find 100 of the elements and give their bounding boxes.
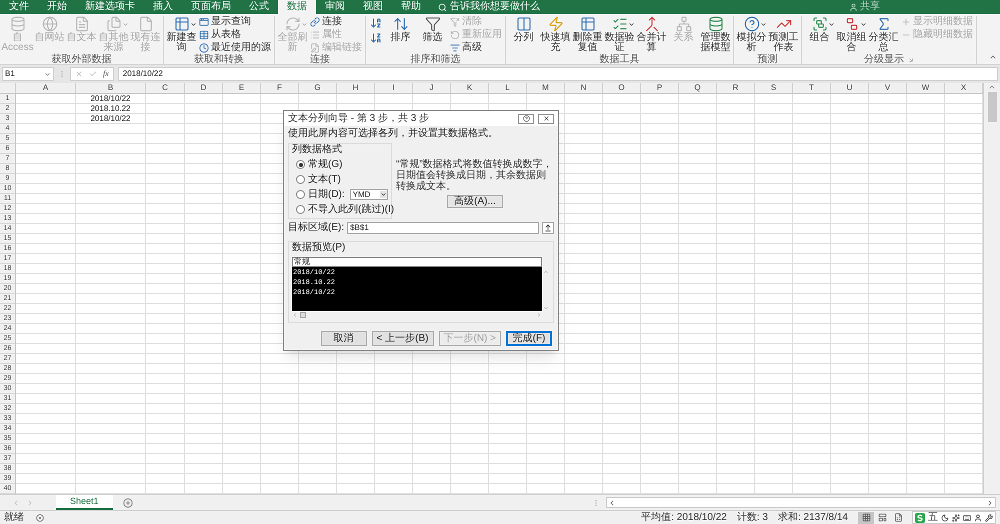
ribbon-button[interactable]: 预测工作表 [768, 16, 799, 54]
menu-tab[interactable]: 帮助 [392, 0, 430, 14]
document-icon [138, 16, 154, 32]
radio-button[interactable] [296, 190, 305, 199]
tell-me-field[interactable]: 告诉我你想要做什么 [438, 0, 540, 14]
collapse-ribbon-icon[interactable] [989, 53, 997, 61]
view-button[interactable] [858, 512, 874, 524]
menu-tab[interactable]: 公式 [240, 0, 278, 14]
formula-field[interactable]: 2018/10/22 [118, 67, 998, 81]
ribbon-button[interactable]: 高级 [450, 42, 502, 54]
ribbon-button[interactable]: 合并计算 [636, 16, 667, 54]
help-button[interactable] [518, 114, 534, 124]
ribbon-button[interactable]: 管理数据模型 [700, 16, 731, 54]
ribbon-button[interactable]: 取消组合 [836, 16, 867, 54]
ribbon-button[interactable]: 显示查询 [199, 16, 271, 28]
ribbon-button[interactable]: 从表格 [199, 29, 271, 41]
dialog-button[interactable]: < 上一步(B) [372, 331, 434, 346]
status-summary: 平均值: 2018/10/22 [641, 512, 727, 524]
scroll-thumb[interactable] [988, 92, 996, 122]
filter-icon [424, 16, 440, 32]
column-header[interactable]: K [451, 83, 489, 93]
advanced-button[interactable]: 高级(A)... [447, 195, 503, 208]
radio-button[interactable] [296, 205, 305, 214]
column-header[interactable]: M [527, 83, 565, 93]
merge-icon [644, 16, 660, 32]
menu-tab[interactable]: 审阅 [316, 0, 354, 14]
column-header[interactable]: J [413, 83, 451, 93]
column-header[interactable]: O [603, 83, 641, 93]
dialog-button[interactable]: 完成(F) [506, 331, 552, 346]
ribbon-button[interactable]: 分类汇总 [868, 16, 899, 54]
column-header[interactable]: H [337, 83, 375, 93]
column-header[interactable]: V [869, 83, 907, 93]
vertical-scrollbar[interactable] [983, 83, 1000, 494]
ribbon-button[interactable]: 删除重复值 [572, 16, 603, 54]
upload-arrow-icon [544, 224, 552, 232]
column-header[interactable]: P [641, 83, 679, 93]
ribbon-button[interactable]: 快速填充 [540, 16, 571, 54]
page-icon [894, 513, 902, 522]
ribbon-button[interactable]: 连接 [310, 16, 362, 28]
dialog-launcher-icon[interactable] [908, 56, 914, 62]
insert-function-button[interactable]: fx [103, 68, 109, 80]
status-summary: 计数: 3 [736, 512, 768, 524]
record-macro-icon[interactable] [36, 514, 44, 522]
ribbon-button[interactable]: 分列 [508, 16, 539, 54]
collapse-dialog-button[interactable] [542, 222, 554, 234]
radio-button[interactable] [296, 175, 305, 184]
menu-tab[interactable]: 开始 [38, 0, 76, 14]
check-icon[interactable] [89, 70, 97, 78]
column-header[interactable]: W [907, 83, 945, 93]
dialog-button[interactable]: 取消 [320, 331, 367, 346]
ribbon-button[interactable]: 数据验证 [604, 16, 635, 54]
column-header[interactable]: R [717, 83, 755, 93]
menu-tab[interactable]: 新建选项卡 [76, 0, 144, 14]
scroll-right-icon [536, 312, 542, 318]
share-button[interactable]: 共享 [849, 0, 880, 14]
ribbon-button[interactable]: 新建查询 [166, 16, 197, 54]
column-header[interactable]: E [223, 83, 261, 93]
scroll-left-icon[interactable] [608, 498, 616, 506]
ribbon-button[interactable]: 组合 [804, 16, 835, 54]
column-header[interactable]: Q [679, 83, 717, 93]
menu-tab[interactable]: 文件 [0, 0, 38, 14]
sort-ascending-button[interactable] [369, 16, 383, 30]
radio-button[interactable] [296, 160, 305, 169]
dialog-title: 文本分列向导 - 第 3 步，共 3 步 [288, 112, 430, 124]
column-header[interactable]: G [299, 83, 337, 93]
sheet-tab[interactable]: Sheet1 [56, 495, 113, 510]
close-button[interactable] [538, 114, 554, 124]
add-sheet-icon[interactable] [122, 498, 133, 508]
list-icon [310, 30, 320, 40]
ribbon-button[interactable]: 模拟分析 [736, 16, 767, 54]
horizontal-scrollbar[interactable] [606, 497, 996, 508]
column-header[interactable]: N [565, 83, 603, 93]
destination-field[interactable]: $B$1 [347, 222, 539, 234]
sort-descending-button[interactable] [369, 31, 383, 45]
column-header[interactable]: B [76, 83, 146, 93]
date-order-select[interactable]: YMD [350, 189, 388, 200]
column-header[interactable]: U [831, 83, 869, 93]
scroll-up-icon[interactable] [988, 83, 996, 91]
column-header[interactable]: S [755, 83, 793, 93]
column-header[interactable]: D [185, 83, 223, 93]
ribbon-button[interactable]: 最近使用的源 [199, 42, 271, 54]
ribbon-button[interactable]: 排序 [385, 16, 416, 54]
column-header[interactable]: C [146, 83, 185, 93]
column-header[interactable]: F [261, 83, 299, 93]
scroll-right-icon[interactable] [986, 498, 994, 506]
menu-tab[interactable]: 插入 [144, 0, 182, 14]
scroll-down-icon [543, 305, 549, 311]
cell-text: 2018.10.22 [90, 104, 131, 114]
column-header[interactable]: L [489, 83, 527, 93]
menu-tab[interactable]: 视图 [354, 0, 392, 14]
column-header[interactable]: A [16, 83, 76, 93]
ribbon-button[interactable]: 筛选 [417, 16, 448, 54]
scroll-thumb[interactable] [300, 312, 306, 318]
dropdown-icon [380, 191, 387, 198]
column-header[interactable]: T [793, 83, 831, 93]
column-header[interactable]: I [375, 83, 413, 93]
name-box[interactable]: B1 [2, 67, 54, 81]
menu-tab[interactable]: 页面布局 [182, 0, 240, 14]
menu-tab[interactable]: 数据 [278, 0, 316, 14]
status-text: 就绪 [4, 512, 24, 524]
